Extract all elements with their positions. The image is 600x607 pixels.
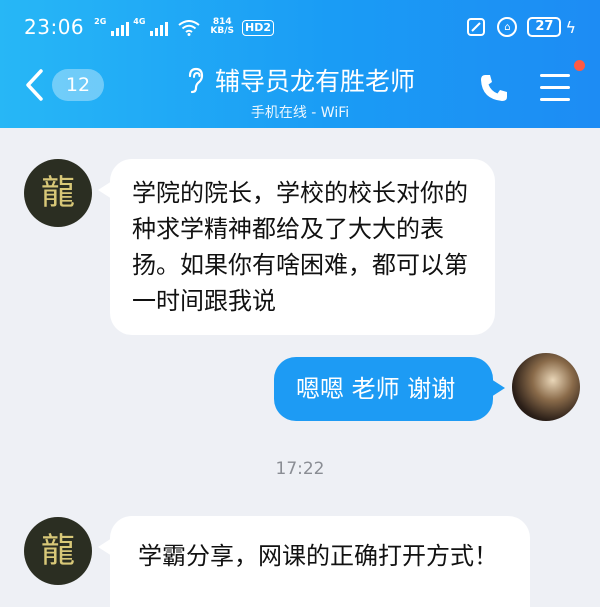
online-status: 手机在线 - WiFi xyxy=(250,105,350,121)
signal-icon xyxy=(111,20,130,36)
message-bubble-outgoing[interactable]: 嗯嗯 老师 谢谢 xyxy=(274,357,505,421)
nav-bar: 12 辅导员龙有胜老师 手机在线 - WiFi xyxy=(0,54,600,128)
ear-icon xyxy=(188,67,204,94)
menu-icon[interactable] xyxy=(540,74,572,102)
hd-voice-icon: HD2 xyxy=(242,20,275,36)
status-right: ⌂ 27 ϟ xyxy=(465,17,576,37)
back-button[interactable]: 12 xyxy=(24,68,104,102)
net-speed-unit: KB/S xyxy=(210,26,235,36)
message-timestamp: 17:22 xyxy=(275,459,325,479)
avatar-glyph: 龍 xyxy=(41,173,75,213)
nfc-icon xyxy=(467,18,486,36)
phone-icon[interactable] xyxy=(478,72,510,104)
avatar-glyph: 龍 xyxy=(41,531,75,571)
signal-icon xyxy=(150,20,169,36)
chat-header: 23:06 2G 4G 814 KB/S HD2 ⌂ 27 ϟ 12 辅导员龙有… xyxy=(0,0,600,128)
charging-icon: ϟ xyxy=(565,17,576,37)
message-text: 嗯嗯 老师 谢谢 xyxy=(296,375,456,403)
contact-name: 辅导员龙有胜老师 xyxy=(214,67,415,96)
title-row: 辅导员龙有胜老师 xyxy=(150,62,450,98)
unread-count-badge: 12 xyxy=(52,69,104,101)
signal-group: 2G 4G 814 KB/S HD2 xyxy=(94,17,275,36)
teacher-avatar[interactable]: 龍 xyxy=(24,159,92,227)
message-bubble-incoming[interactable]: 学院的院长，学校的校长对你的种求学精神都给及了大大的表扬。如果你有啥困难，都可以… xyxy=(98,159,495,335)
message-text: 学霸分享，网课的正确打开方式！ xyxy=(138,542,498,570)
lock-rotation-icon: ⌂ xyxy=(497,17,518,37)
network-type-2: 4G xyxy=(133,17,146,26)
message-bubble-incoming[interactable]: 学霸分享，网课的正确打开方式！ xyxy=(98,516,530,607)
contact-info[interactable]: 辅导员龙有胜老师 手机在线 - WiFi xyxy=(150,62,450,122)
user-avatar[interactable] xyxy=(512,353,580,421)
status-bar: 23:06 2G 4G 814 KB/S HD2 ⌂ 27 ϟ xyxy=(0,0,600,54)
net-speed: 814 KB/S xyxy=(210,18,234,36)
chevron-left-icon xyxy=(26,69,43,101)
teacher-avatar[interactable]: 龍 xyxy=(24,517,92,585)
clock: 23:06 xyxy=(24,15,85,39)
message-text: 学院的院长，学校的校长对你的种求学精神都给及了大大的表扬。如果你有啥困难，都可以… xyxy=(132,179,468,315)
battery-level: 27 xyxy=(527,17,562,37)
notification-dot xyxy=(574,60,585,71)
wifi-icon xyxy=(178,20,201,36)
network-type-1: 2G xyxy=(94,17,107,26)
